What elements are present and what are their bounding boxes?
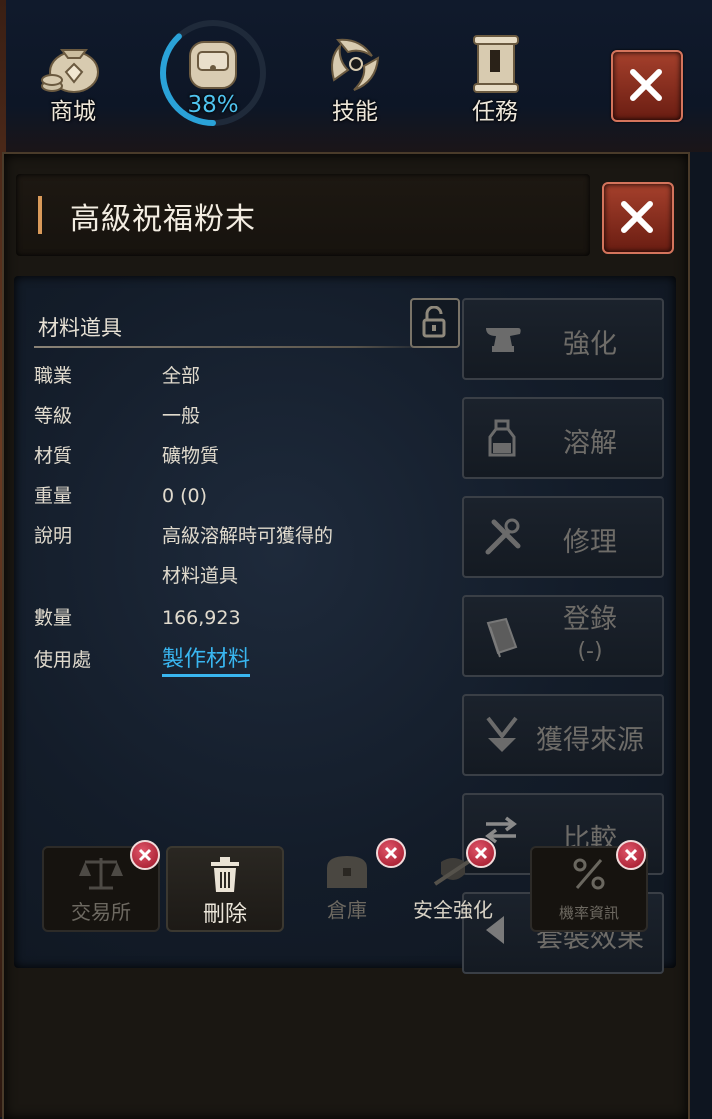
close-icon [138,848,152,862]
exchange-label: 交易所 [71,900,131,924]
close-icon [630,69,662,101]
lock-button[interactable] [410,298,460,348]
warehouse-button[interactable]: 倉庫 [290,838,406,928]
field-key: 材質 [34,445,73,467]
skills-label: 技能 [332,99,378,125]
field-key: 重量 [34,485,73,507]
warehouse-label: 倉庫 [327,898,367,922]
panel-close-button[interactable] [602,182,674,254]
register-sub-label: (-) [577,639,603,664]
quests-button[interactable]: 任務 [450,28,540,126]
field-key: 等級 [34,405,73,427]
repair-label: 修理 [563,527,617,558]
book-icon [486,617,518,658]
anvil-icon [486,328,521,352]
shop-button[interactable]: 商城 [28,28,118,126]
item-title: 高級祝福粉末 [70,202,256,237]
top-close-button[interactable] [611,50,683,122]
percent-icon [573,858,605,890]
usage-link[interactable]: 製作材料 [162,647,251,677]
inventory-percent: 38% [187,92,239,118]
register-label: 登錄 [563,604,617,635]
money-bag-icon [41,49,99,93]
bottom-toolbar: 交易所 刪除 倉庫 安全強化 機率資訊 [32,838,672,940]
close-icon [621,201,653,233]
acquire-source-button[interactable]: 獲得來源 [462,694,664,776]
skill-icon [331,38,380,91]
scales-icon [79,858,123,890]
repair-tools-icon [485,518,521,555]
repair-button[interactable]: 修理 [462,496,664,578]
trash-icon [211,857,239,892]
field-key: 說明 [34,525,73,547]
disabled-badge [130,840,160,870]
field-value-continued: 材料道具 [162,565,239,587]
quests-label: 任務 [472,99,518,125]
dissolve-label: 溶解 [563,428,617,459]
probability-info-button[interactable]: 機率資訊 [530,840,648,932]
probability-info-label: 機率資訊 [558,904,619,922]
shop-label: 商城 [50,99,96,125]
dissolve-button[interactable]: 溶解 [462,397,664,479]
field-key: 職業 [34,365,73,387]
enhance-label: 強化 [563,329,617,360]
field-value: 0 (0) [162,485,208,507]
item-title-bar: 高級祝福粉末 [16,174,590,256]
disabled-badge [466,838,496,868]
delete-label: 刪除 [202,902,247,927]
close-icon [624,848,638,862]
chest-icon [327,856,367,888]
delete-button[interactable]: 刪除 [166,846,284,932]
safe-enhance-label: 安全強化 [413,898,493,922]
field-value: 一般 [162,405,201,427]
item-detail-panel: 高級祝福粉末 材料道具 職業 全部 等級 一般 材質 礦物質 重量 0 (0) … [2,152,690,1119]
field-value: 166,923 [162,607,241,629]
unlock-icon [422,306,446,338]
enhance-button[interactable]: 強化 [462,298,664,380]
field-value-wrap: 製作材料 [162,640,422,680]
skills-button[interactable]: 技能 [310,28,400,126]
close-icon [474,846,488,860]
title-accent [38,196,42,234]
safe-enhance-button[interactable]: 安全強化 [396,838,510,928]
field-key: 數量 [34,607,73,629]
backpack-icon [189,41,237,89]
potion-bottle-icon [488,419,516,457]
inventory-button[interactable]: 38% [168,28,258,118]
disabled-badge [616,840,646,870]
field-value: 全部 [162,365,201,387]
source-arrow-icon [486,716,518,752]
field-value: 礦物質 [162,445,220,467]
register-button[interactable]: 登錄 (-) [462,595,664,677]
field-key: 使用處 [34,649,92,671]
field-value: 高級溶解時可獲得的 [162,525,334,547]
item-category: 材料道具 [38,316,122,340]
exchange-button[interactable]: 交易所 [42,840,160,932]
top-bar: 商城 38% 技能 任務 [0,0,712,1117]
acquire-source-label: 獲得來源 [536,725,644,756]
category-divider [34,346,434,348]
scroll-icon [473,35,519,93]
